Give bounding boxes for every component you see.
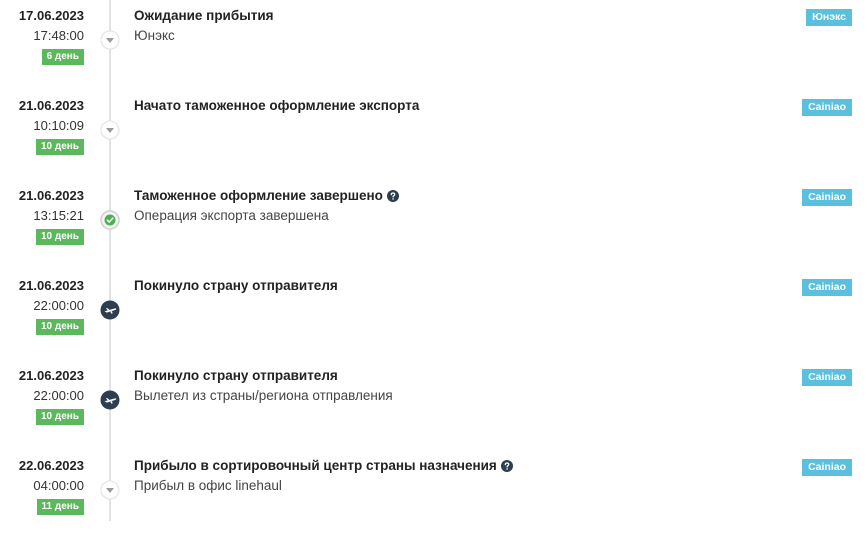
event-time: 10:10:09 [33, 118, 84, 133]
airplane-icon [100, 300, 120, 320]
event-title: Покинуло страну отправителя [134, 368, 338, 383]
event-title: Начато таможенное оформление экспорта [134, 98, 419, 113]
event-title-text: Таможенное оформление завершено [134, 188, 383, 203]
days-badge: 10 день [36, 409, 84, 425]
event-time: 17:48:00 [33, 28, 84, 43]
chevron-down-icon[interactable] [100, 480, 120, 500]
event-date: 21.06.2023 [18, 278, 84, 293]
timeline-event: 21.06.2023 22:00:00 10 день Покинуло страну… [0, 360, 867, 450]
check-icon [100, 210, 120, 230]
event-title: Прибыло в сортировочный центр страны наз… [134, 458, 513, 475]
carrier-badge: Cainiao [802, 189, 852, 206]
event-title-text: Покинуло страну отправителя [134, 278, 338, 293]
event-title-text: Начато таможенное оформление экспорта [134, 98, 420, 113]
airplane-icon [100, 390, 120, 410]
carrier-badge: Cainiao [802, 369, 852, 386]
event-title: Покинуло страну отправителя [134, 278, 338, 293]
event-time: 04:00:00 [33, 478, 84, 493]
help-icon[interactable] [500, 460, 513, 475]
event-description: Операция экспорта завершена [134, 208, 329, 223]
timeline-event: 22.06.2023 04:00:00 11 день Прибыло в сорти… [0, 450, 867, 540]
carrier-badge: Cainiao [802, 99, 852, 116]
event-date: 22.06.2023 [18, 458, 84, 473]
carrier-badge: Cainiao [802, 459, 852, 476]
event-description: Юнэкс [134, 28, 175, 43]
event-description: Прибыл в офис linehaul [134, 478, 282, 493]
timeline-event: 17.06.2023 17:48:00 6 день Ожидание прибыти… [0, 0, 867, 90]
chevron-down-icon[interactable] [100, 30, 120, 50]
timeline-event: 21.06.2023 22:00:00 10 день Покинуло страну… [0, 270, 867, 360]
days-badge: 10 день [36, 139, 84, 155]
event-time: 22:00:00 [33, 388, 84, 403]
days-badge: 10 день [36, 319, 84, 335]
days-badge: 11 день [36, 499, 84, 515]
timeline-event: 21.06.2023 10:10:09 10 день Начато таможенн… [0, 90, 867, 180]
chevron-down-icon[interactable] [100, 120, 120, 140]
days-badge: 6 день [41, 49, 84, 65]
event-time: 13:15:21 [33, 208, 84, 223]
event-date: 21.06.2023 [18, 368, 84, 383]
days-badge: 10 день [36, 229, 84, 245]
carrier-badge: Юнэкс [806, 9, 852, 26]
event-time: 22:00:00 [33, 298, 84, 313]
event-title-text: Прибыло в сортировочный центр страны наз… [134, 458, 497, 473]
event-description: Вылетел из страны/региона отправления [134, 388, 393, 403]
event-date: 21.06.2023 [18, 188, 84, 203]
event-date: 17.06.2023 [18, 8, 84, 23]
help-icon[interactable] [386, 190, 399, 205]
event-title-text: Покинуло страну отправителя [134, 368, 338, 383]
event-date: 21.06.2023 [18, 98, 84, 113]
event-title: Таможенное оформление завершено [134, 188, 399, 205]
event-title: Ожидание прибытия [134, 8, 274, 23]
event-title-text: Ожидание прибытия [134, 8, 274, 23]
carrier-badge: Cainiao [802, 279, 852, 296]
timeline-event: 21.06.2023 13:15:21 10 день Таможенное офор… [0, 180, 867, 270]
